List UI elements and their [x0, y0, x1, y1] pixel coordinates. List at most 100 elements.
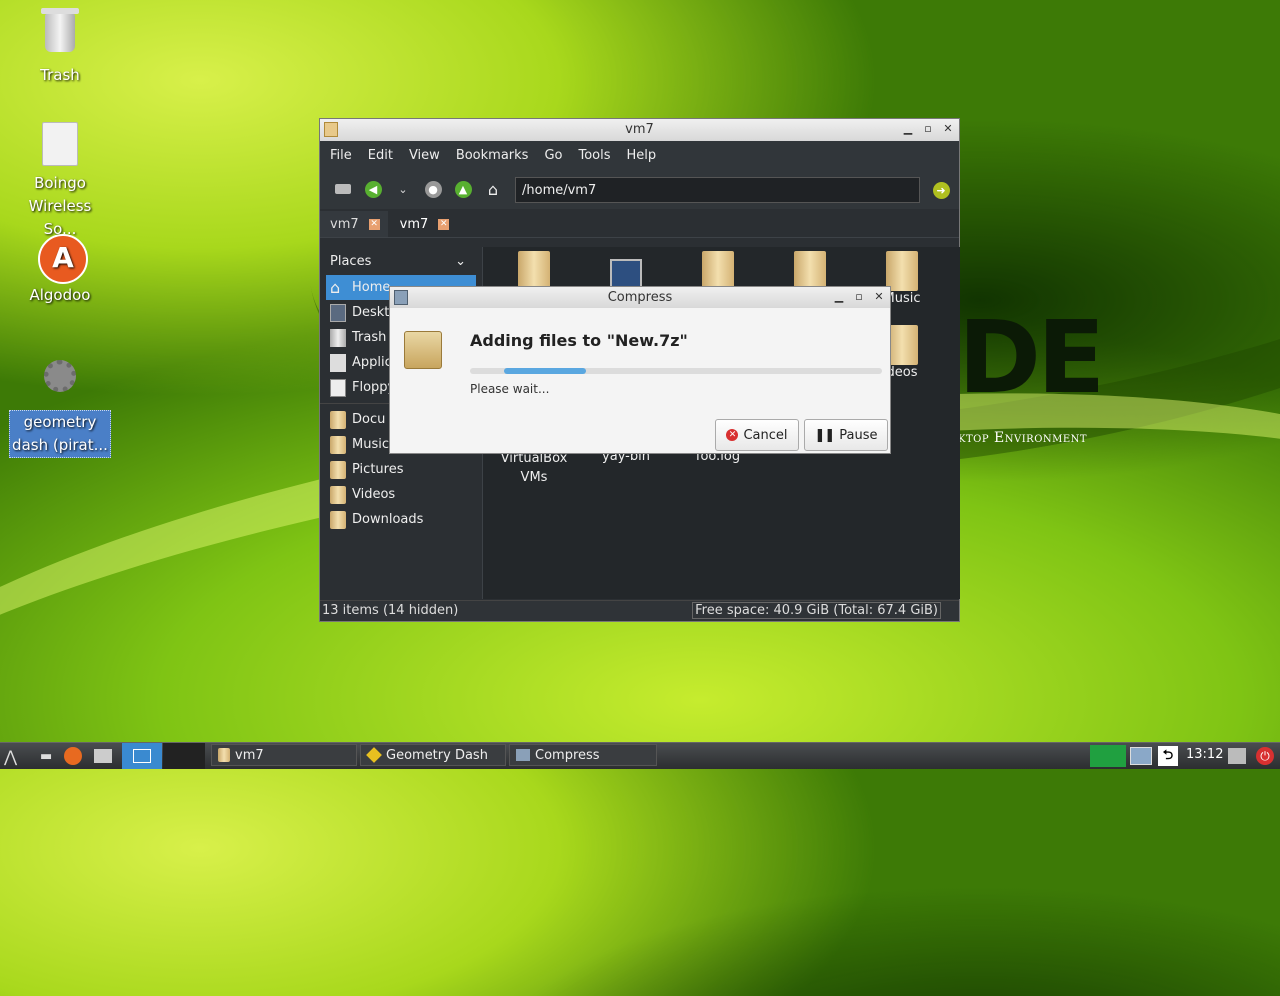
firefox-icon[interactable] [64, 746, 82, 766]
maximize-button[interactable]: ▫ [921, 122, 935, 135]
dialog-titlebar[interactable]: Compress ▁ ▫ ✕ [390, 287, 890, 308]
workspace-2[interactable] [163, 743, 205, 769]
menu-edit[interactable]: Edit [368, 148, 401, 163]
folder-icon [702, 251, 734, 291]
close-button[interactable]: ✕ [941, 122, 955, 135]
menu-go[interactable]: Go [544, 148, 570, 163]
clock: 13:12 [1186, 747, 1224, 762]
sidebar-item-videos[interactable]: Videos [320, 482, 476, 507]
go-icon[interactable]: ➜ [930, 179, 952, 201]
places-label: Places [330, 253, 372, 269]
status-item-count: 13 items (14 hidden) [322, 603, 459, 618]
sidebar-item-label: Downloads [352, 512, 424, 527]
cancel-label: Cancel [743, 427, 788, 443]
status-text: Please wait... [470, 382, 550, 396]
new-window-icon[interactable] [332, 178, 354, 200]
window-titlebar[interactable]: vm7 ▁ ▫ ✕ [320, 119, 959, 141]
file-item[interactable] [489, 251, 579, 291]
tab-vm7-2[interactable]: vm7 ✕ [389, 211, 458, 237]
file-item[interactable] [765, 251, 855, 291]
gear-icon [38, 360, 82, 408]
sidebar-item-label: Videos [352, 487, 396, 502]
sidebar-item-label: Docu [352, 412, 386, 427]
menu-help[interactable]: Help [627, 148, 665, 163]
progress-bar [470, 368, 882, 374]
sidebar-item-pictures[interactable]: Pictures [320, 457, 476, 482]
tab-close-icon[interactable]: ✕ [368, 218, 380, 230]
trash-icon [330, 328, 346, 347]
menu-file[interactable]: File [330, 148, 360, 163]
address-input[interactable] [515, 177, 920, 203]
menu-launcher-icon[interactable]: ⋀ [4, 746, 17, 766]
minimize-button[interactable]: ▁ [832, 290, 846, 303]
workspace-1[interactable] [122, 743, 162, 769]
menu-view[interactable]: View [409, 148, 448, 163]
folder-icon [330, 435, 346, 454]
desktop-icon [330, 303, 346, 322]
menu-bookmarks[interactable]: Bookmarks [456, 148, 537, 163]
taskbar-item-geometry-dash[interactable]: Geometry Dash [360, 744, 506, 766]
file-manager-icon[interactable] [94, 746, 112, 766]
logout-icon[interactable]: ⮌ [1158, 746, 1178, 766]
screen-lock-icon[interactable] [1228, 746, 1246, 766]
tab-label: vm7 [330, 216, 359, 232]
minimize-button[interactable]: ▁ [901, 122, 915, 135]
network-icon[interactable] [1130, 746, 1152, 766]
tab-vm7-1[interactable]: vm7 ✕ [320, 211, 388, 237]
menu-tools[interactable]: Tools [578, 148, 618, 163]
maximize-button[interactable]: ▫ [852, 290, 866, 303]
forward-disabled-icon[interactable]: ● [422, 178, 444, 200]
cancel-button[interactable]: ✕ Cancel [715, 419, 799, 451]
desktop-icon-boingo[interactable]: Boingo Wireless So... [7, 120, 113, 241]
desktop-icon-algodoo[interactable]: A Algodoo [7, 234, 113, 307]
file-item[interactable] [673, 251, 763, 291]
document-icon [38, 122, 82, 170]
desktop-icon-trash[interactable]: Trash [7, 8, 113, 87]
pause-label: Pause [839, 427, 878, 443]
folder-icon [518, 251, 550, 291]
pause-button[interactable]: ❚❚ Pause [804, 419, 888, 451]
folder-icon [218, 748, 230, 762]
file-item[interactable]: VirtualBox VMs [489, 449, 579, 487]
wallpaper-logo-subtitle: ktop Environment [958, 430, 1088, 446]
desktop-icon-label: geometry dash (pirat... [9, 410, 111, 458]
file-item[interactable] [581, 251, 671, 291]
folder-icon [886, 251, 918, 291]
trash-icon [38, 8, 82, 62]
geometry-dash-icon [366, 747, 382, 763]
minimize-all-icon[interactable]: ▬ [40, 746, 52, 766]
power-icon[interactable]: ⏻ [1256, 746, 1274, 766]
tab-bar: vm7 ✕ vm7 ✕ [320, 209, 959, 238]
desktop-icon-label: Trash [40, 66, 80, 84]
history-chevron-down-icon[interactable]: ⌄ [392, 178, 414, 200]
folder-icon [330, 485, 346, 504]
taskbar-item-compress[interactable]: Compress [509, 744, 657, 766]
taskbar-item-vm7[interactable]: vm7 [211, 744, 357, 766]
window-title: vm7 [625, 122, 654, 137]
home-icon: ⌂ [330, 277, 341, 297]
back-icon[interactable]: ◀ [362, 178, 384, 200]
archive-app-icon [516, 749, 530, 761]
places-selector[interactable]: Places ⌄ [320, 247, 476, 275]
archive-icon [404, 331, 442, 369]
floppy-icon [330, 378, 346, 397]
home-icon[interactable]: ⌂ [482, 178, 504, 200]
desktop-icon-geometry-dash[interactable]: geometry dash (pirat... [7, 350, 113, 458]
close-button[interactable]: ✕ [872, 290, 886, 303]
folder-icon [330, 410, 346, 429]
sidebar-item-downloads[interactable]: Downloads [320, 507, 476, 532]
folder-icon [330, 510, 346, 529]
sidebar-item-label: Pictures [352, 462, 404, 477]
status-free-space: Free space: 40.9 GiB (Total: 67.4 GiB) [692, 602, 941, 619]
tab-label: vm7 [399, 216, 429, 232]
tab-close-icon[interactable]: ✕ [438, 218, 450, 230]
cancel-icon: ✕ [726, 429, 739, 441]
dialog-title: Compress [607, 290, 673, 305]
up-icon[interactable]: ▲ [452, 178, 474, 200]
desktop-icon-label: Boingo Wireless So... [28, 174, 92, 238]
desktop-icon-label: Algodoo [29, 286, 91, 304]
toolbar: ◀ ⌄ ● ▲ ⌂ ➜ [320, 169, 959, 209]
status-bar: 13 items (14 hidden) Free space: 40.9 Gi… [320, 600, 959, 621]
file-label: VirtualBox VMs [500, 451, 568, 485]
progress-fill [504, 368, 587, 374]
